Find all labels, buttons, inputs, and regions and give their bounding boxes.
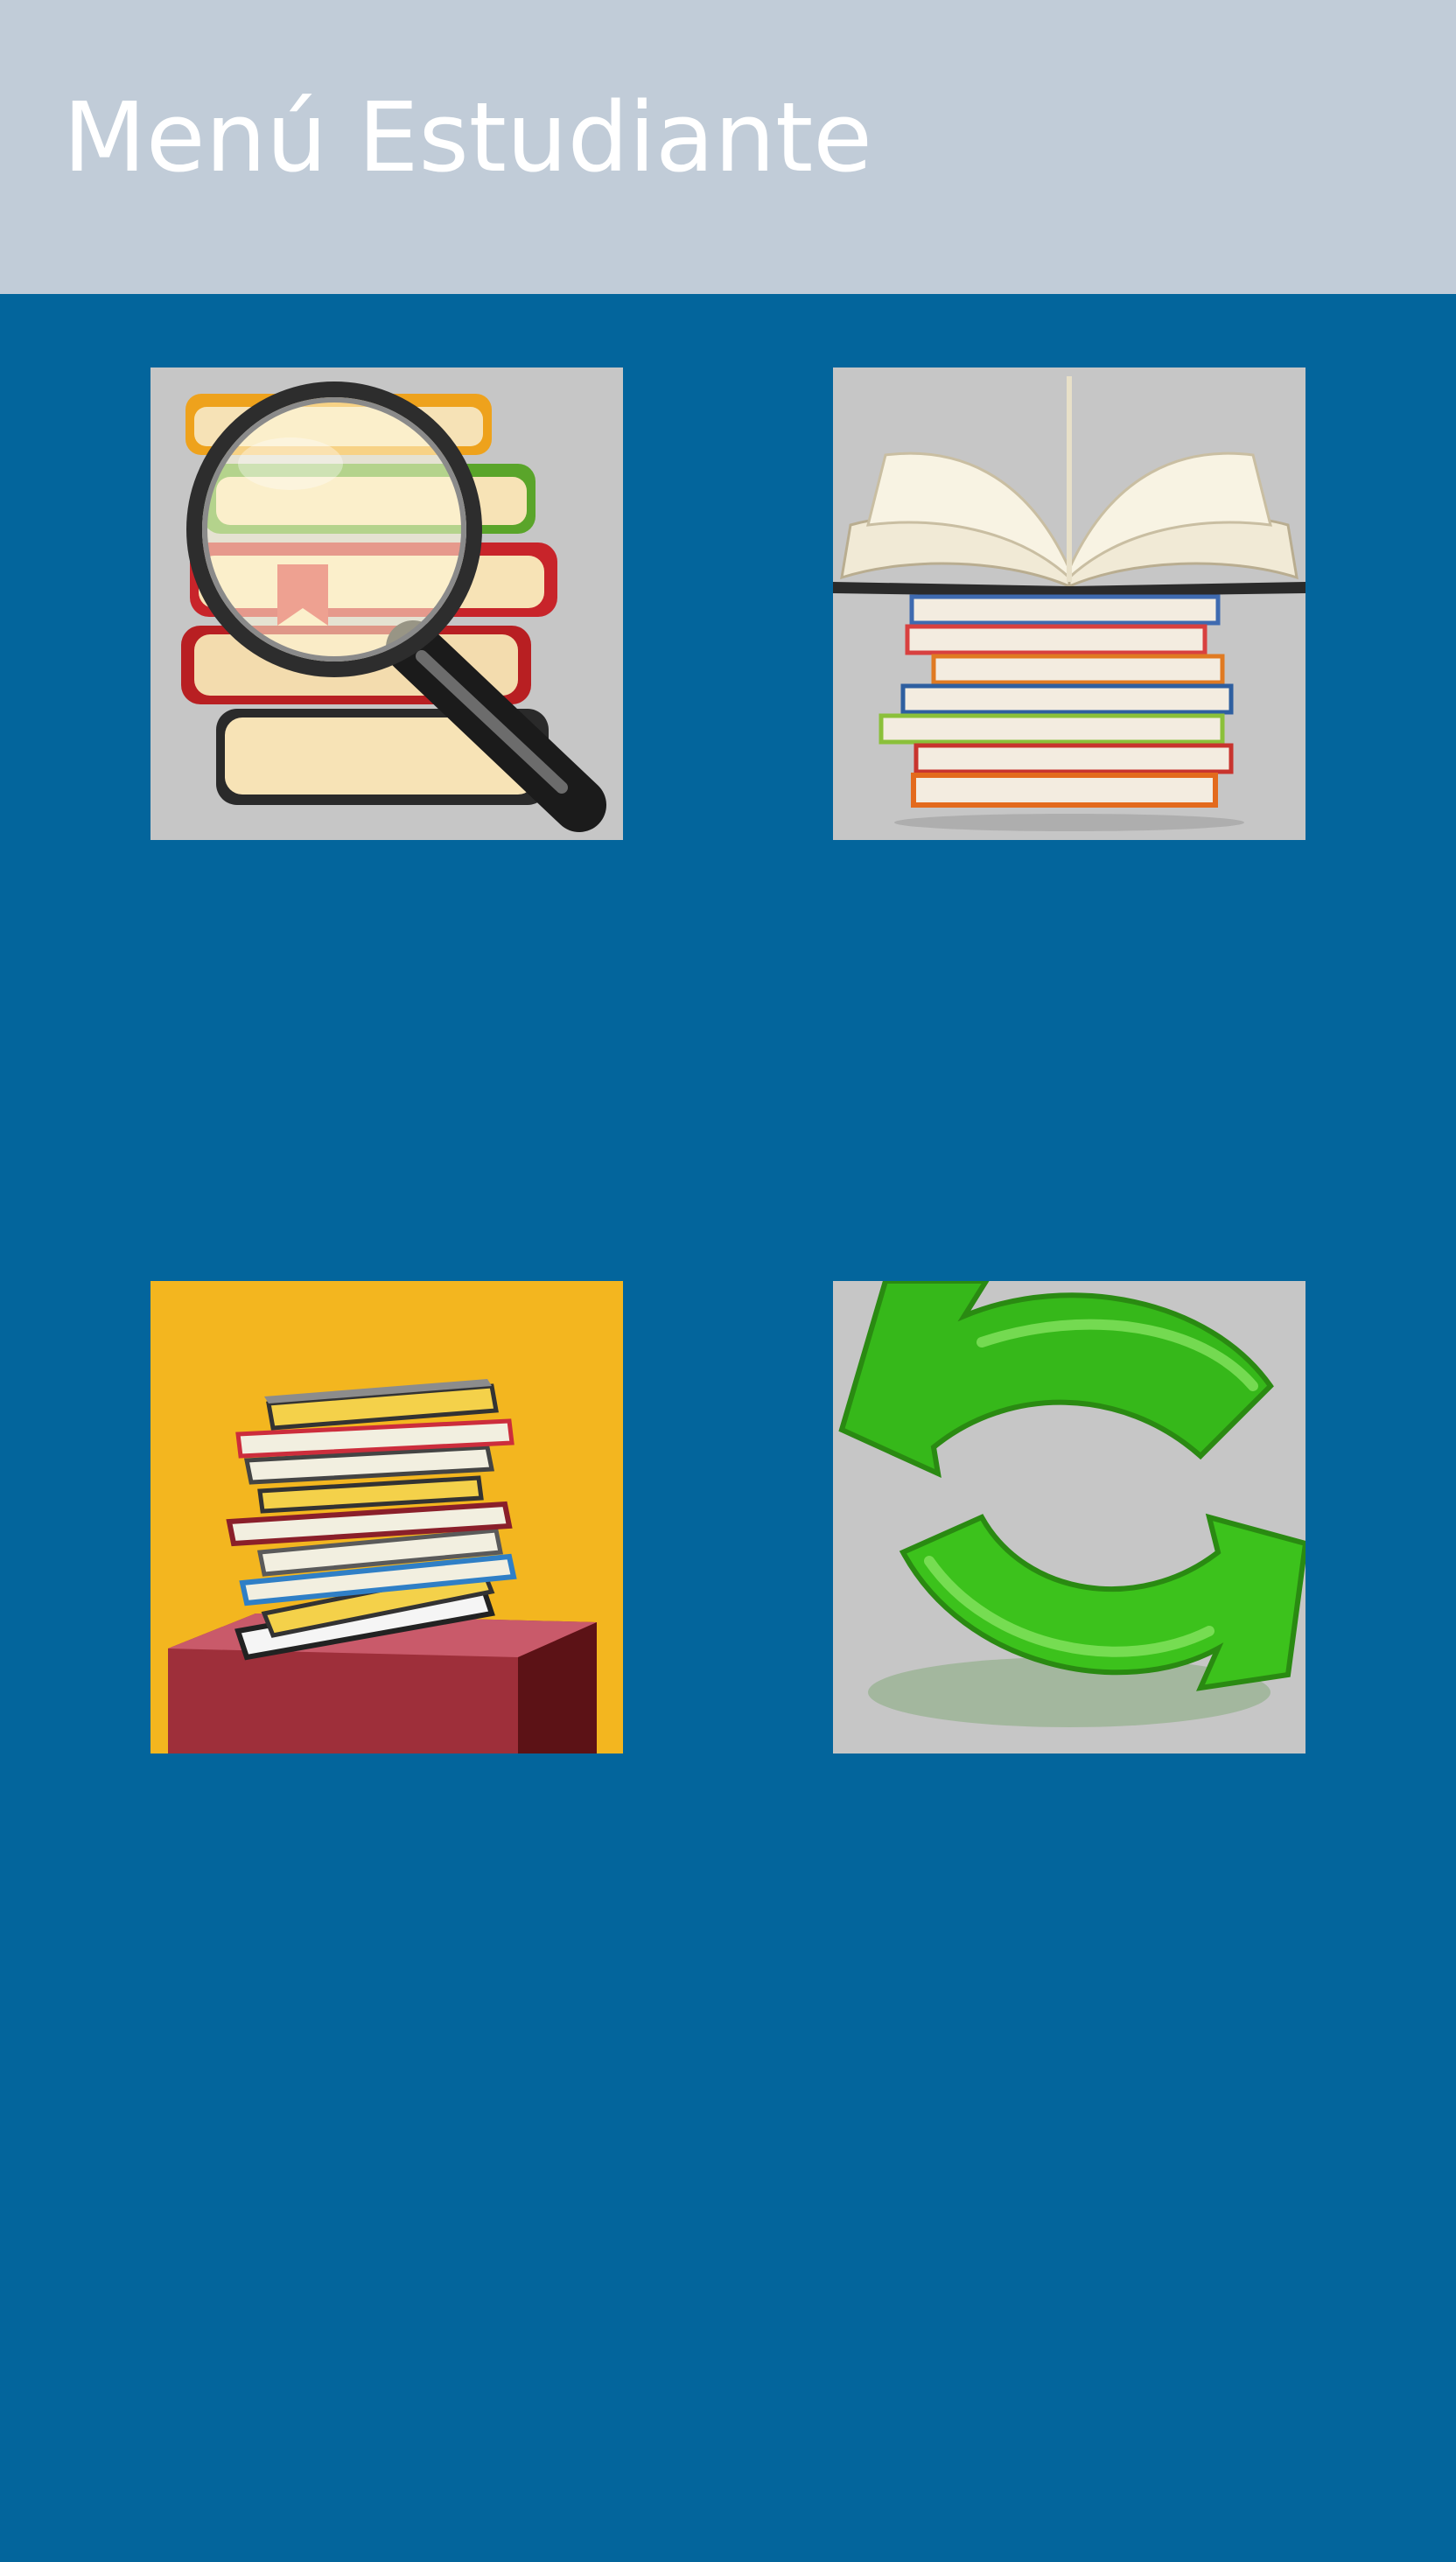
magnifier-books-icon	[150, 368, 623, 840]
menu-grid	[0, 294, 1456, 2562]
open-book-stack-icon	[833, 368, 1306, 840]
book-stack-pedestal-icon	[150, 1281, 623, 1754]
refresh-arrows-icon	[833, 1281, 1306, 1754]
search-books-button[interactable]	[150, 368, 623, 840]
page-title: Menú Estudiante	[63, 81, 872, 193]
my-books-button[interactable]	[150, 1281, 623, 1754]
read-books-button[interactable]	[833, 368, 1306, 840]
app-bar: Menú Estudiante	[0, 0, 1456, 294]
refresh-button[interactable]	[833, 1281, 1306, 1754]
